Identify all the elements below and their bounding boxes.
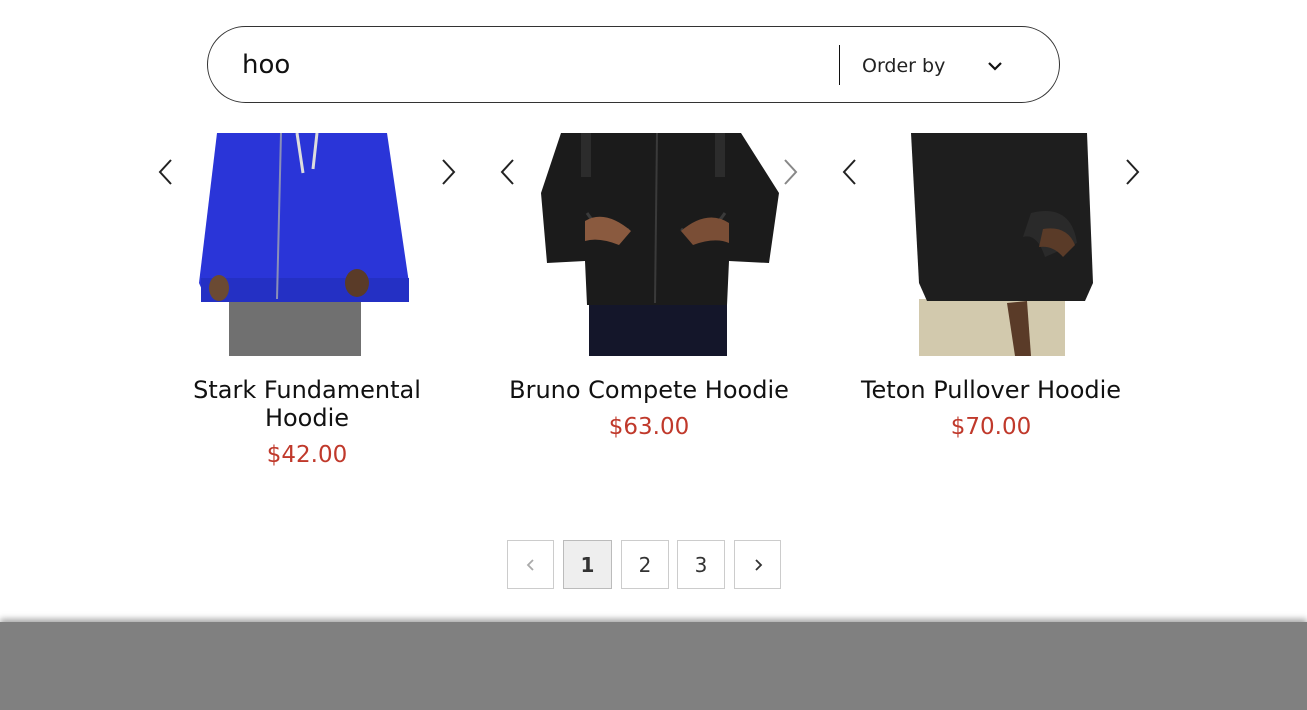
product-name[interactable]: Stark Fundamental Hoodie bbox=[147, 376, 467, 432]
product-image[interactable] bbox=[147, 133, 467, 356]
product-name[interactable]: Bruno Compete Hoodie bbox=[489, 376, 809, 404]
page-button-3[interactable]: 3 bbox=[677, 540, 725, 589]
product-image[interactable] bbox=[489, 133, 809, 356]
product-card[interactable]: Stark Fundamental Hoodie $42.00 bbox=[147, 133, 467, 470]
page-button-2[interactable]: 2 bbox=[621, 540, 669, 589]
product-card[interactable]: Bruno Compete Hoodie $63.00 bbox=[489, 133, 809, 442]
next-image-arrow-icon[interactable] bbox=[437, 157, 459, 187]
previous-image-arrow-icon[interactable] bbox=[155, 157, 177, 187]
search-divider bbox=[839, 45, 840, 85]
chevron-left-icon bbox=[526, 559, 534, 571]
product-price: $42.00 bbox=[266, 442, 348, 468]
order-by-label: Order by bbox=[862, 55, 946, 77]
product-price: $63.00 bbox=[608, 414, 690, 440]
next-image-arrow-icon[interactable] bbox=[779, 157, 801, 187]
product-photo bbox=[911, 133, 1093, 356]
product-price: $70.00 bbox=[950, 414, 1032, 440]
footer-area bbox=[0, 622, 1307, 710]
page-button-1[interactable]: 1 bbox=[563, 540, 612, 589]
previous-image-arrow-icon[interactable] bbox=[497, 157, 519, 187]
order-by-dropdown[interactable]: Order by bbox=[862, 51, 1012, 81]
search-bar: Order by bbox=[207, 26, 1060, 103]
product-card[interactable]: Teton Pullover Hoodie $70.00 bbox=[831, 133, 1151, 442]
product-image[interactable] bbox=[831, 133, 1151, 356]
product-photo bbox=[541, 133, 779, 356]
page: Order by Stark F bbox=[0, 0, 1307, 710]
chevron-down-icon bbox=[988, 62, 1002, 71]
search-input[interactable] bbox=[242, 45, 822, 85]
previous-image-arrow-icon[interactable] bbox=[839, 157, 861, 187]
chevron-right-icon bbox=[754, 559, 762, 571]
product-name[interactable]: Teton Pullover Hoodie bbox=[831, 376, 1151, 404]
next-page-button[interactable] bbox=[734, 540, 781, 589]
previous-page-button[interactable] bbox=[507, 540, 554, 589]
product-photo bbox=[199, 133, 409, 356]
next-image-arrow-icon[interactable] bbox=[1121, 157, 1143, 187]
